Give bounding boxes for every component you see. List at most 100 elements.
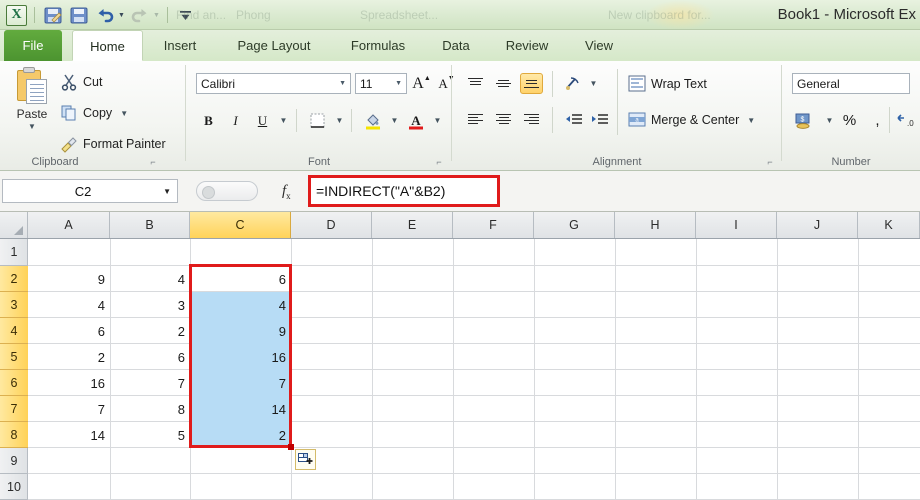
copy-dropdown-icon[interactable]: ▼	[120, 109, 128, 118]
borders-button[interactable]	[306, 109, 329, 132]
column-header-G[interactable]: G	[534, 212, 615, 239]
paste-dropdown-icon[interactable]: ▼	[28, 122, 36, 131]
paste-button[interactable]: Paste ▼	[8, 65, 56, 149]
merge-center-button[interactable]: a Merge & Center ▼	[628, 111, 755, 129]
cell-B2[interactable]: 4	[110, 266, 190, 292]
increase-decimal-button[interactable]: .0	[894, 109, 917, 132]
font-size-combo[interactable]: 11 ▼	[355, 73, 407, 94]
copy-button[interactable]: Copy ▼	[60, 102, 128, 124]
font-family-dropdown-icon[interactable]: ▼	[339, 80, 350, 87]
cell-B4[interactable]: 2	[110, 318, 190, 344]
format-painter-button[interactable]: Format Painter	[60, 133, 166, 155]
worksheet-grid[interactable]: 9 4 6 2 16 7 14 4 3 2 6 7 8 5 6 4 9 16 7…	[0, 212, 920, 500]
cell-C3[interactable]: 4	[190, 292, 291, 318]
font-family-combo[interactable]: Calibri ▼	[196, 73, 351, 94]
cell-A6[interactable]: 16	[28, 370, 110, 396]
row-header-4[interactable]: 4	[0, 318, 28, 344]
save-as-icon[interactable]	[42, 4, 64, 26]
cell-B8[interactable]: 5	[110, 422, 190, 448]
align-middle-button[interactable]	[492, 73, 515, 94]
align-bottom-button[interactable]	[520, 73, 543, 94]
fill-color-dropdown-icon[interactable]: ▼	[383, 109, 406, 132]
underline-button[interactable]: U	[251, 109, 274, 132]
column-header-B[interactable]: B	[110, 212, 190, 239]
wrap-text-button[interactable]: Wrap Text	[628, 75, 707, 93]
column-header-H[interactable]: H	[615, 212, 696, 239]
align-center-button[interactable]	[492, 109, 515, 130]
row-header-1[interactable]: 1	[0, 239, 28, 266]
undo-icon[interactable]	[94, 4, 116, 26]
align-left-button[interactable]	[464, 109, 487, 130]
row-header-10[interactable]: 10	[0, 474, 28, 500]
undo-dropdown-icon[interactable]: ▼	[118, 12, 125, 19]
column-header-F[interactable]: F	[453, 212, 534, 239]
increase-indent-button[interactable]	[588, 109, 611, 130]
name-box[interactable]: C2 ▼	[2, 179, 178, 203]
tab-file[interactable]: File	[4, 30, 62, 61]
bold-button[interactable]: B	[197, 109, 220, 132]
insert-function-icon[interactable]: fx	[282, 183, 291, 201]
alignment-dialog-launcher[interactable]: ⌐	[765, 157, 775, 167]
percent-style-button[interactable]: %	[838, 109, 861, 132]
align-top-button[interactable]	[464, 73, 487, 94]
fill-color-button[interactable]	[361, 109, 384, 132]
cell-C7[interactable]: 14	[190, 396, 291, 422]
align-right-button[interactable]	[520, 109, 543, 130]
comma-style-button[interactable]: ,	[866, 109, 889, 132]
save-icon[interactable]	[68, 4, 90, 26]
cell-B3[interactable]: 3	[110, 292, 190, 318]
row-header-3[interactable]: 3	[0, 292, 28, 318]
number-format-combo[interactable]: General	[792, 73, 910, 94]
column-header-C[interactable]: C	[190, 212, 291, 239]
grow-font-button[interactable]: A ▲	[410, 72, 433, 95]
tab-home[interactable]: Home	[72, 30, 143, 61]
cell-C8[interactable]: 2	[190, 422, 291, 448]
row-header-8[interactable]: 8	[0, 422, 28, 448]
column-header-K[interactable]: K	[858, 212, 920, 239]
cell-A5[interactable]: 2	[28, 344, 110, 370]
italic-button[interactable]: I	[224, 109, 247, 132]
row-header-6[interactable]: 6	[0, 370, 28, 396]
tab-formulas[interactable]: Formulas	[335, 30, 421, 61]
name-box-dropdown-icon[interactable]: ▼	[163, 187, 177, 196]
row-header-9[interactable]: 9	[0, 448, 28, 474]
decrease-indent-button[interactable]	[562, 109, 585, 130]
row-header-7[interactable]: 7	[0, 396, 28, 422]
tab-data[interactable]: Data	[427, 30, 485, 61]
row-header-2[interactable]: 2	[0, 266, 28, 292]
cell-A7[interactable]: 7	[28, 396, 110, 422]
font-color-button[interactable]: A	[404, 109, 427, 132]
font-dialog-launcher[interactable]: ⌐	[434, 157, 444, 167]
column-header-D[interactable]: D	[291, 212, 372, 239]
cell-B7[interactable]: 8	[110, 396, 190, 422]
cell-C4[interactable]: 9	[190, 318, 291, 344]
column-header-A[interactable]: A	[28, 212, 110, 239]
borders-dropdown-icon[interactable]: ▼	[328, 109, 351, 132]
fill-handle[interactable]	[288, 444, 294, 450]
merge-center-dropdown-icon[interactable]: ▼	[747, 116, 755, 125]
cell-C2[interactable]: 6	[190, 266, 291, 292]
auto-fill-options-button[interactable]	[295, 449, 316, 470]
column-header-E[interactable]: E	[372, 212, 453, 239]
font-color-dropdown-icon[interactable]: ▼	[426, 109, 449, 132]
orientation-dropdown-icon[interactable]: ▼	[582, 73, 605, 94]
underline-dropdown-icon[interactable]: ▼	[272, 109, 295, 132]
cut-button[interactable]: Cut	[60, 71, 102, 93]
tab-insert[interactable]: Insert	[147, 30, 213, 61]
excel-logo-icon[interactable]: X	[6, 4, 27, 26]
cell-A8[interactable]: 14	[28, 422, 110, 448]
cell-A2[interactable]: 9	[28, 266, 110, 292]
cell-B6[interactable]: 7	[110, 370, 190, 396]
formula-bar-buttons[interactable]	[196, 181, 258, 201]
cell-A3[interactable]: 4	[28, 292, 110, 318]
font-size-dropdown-icon[interactable]: ▼	[395, 80, 406, 87]
cell-C6[interactable]: 7	[190, 370, 291, 396]
accounting-format-button[interactable]: $	[792, 109, 818, 132]
column-header-J[interactable]: J	[777, 212, 858, 239]
cell-B5[interactable]: 6	[110, 344, 190, 370]
row-header-5[interactable]: 5	[0, 344, 28, 370]
cell-A4[interactable]: 6	[28, 318, 110, 344]
cell-C5[interactable]: 16	[190, 344, 291, 370]
column-header-I[interactable]: I	[696, 212, 777, 239]
formula-input-highlight[interactable]: =INDIRECT("A"&B2)	[308, 175, 500, 207]
